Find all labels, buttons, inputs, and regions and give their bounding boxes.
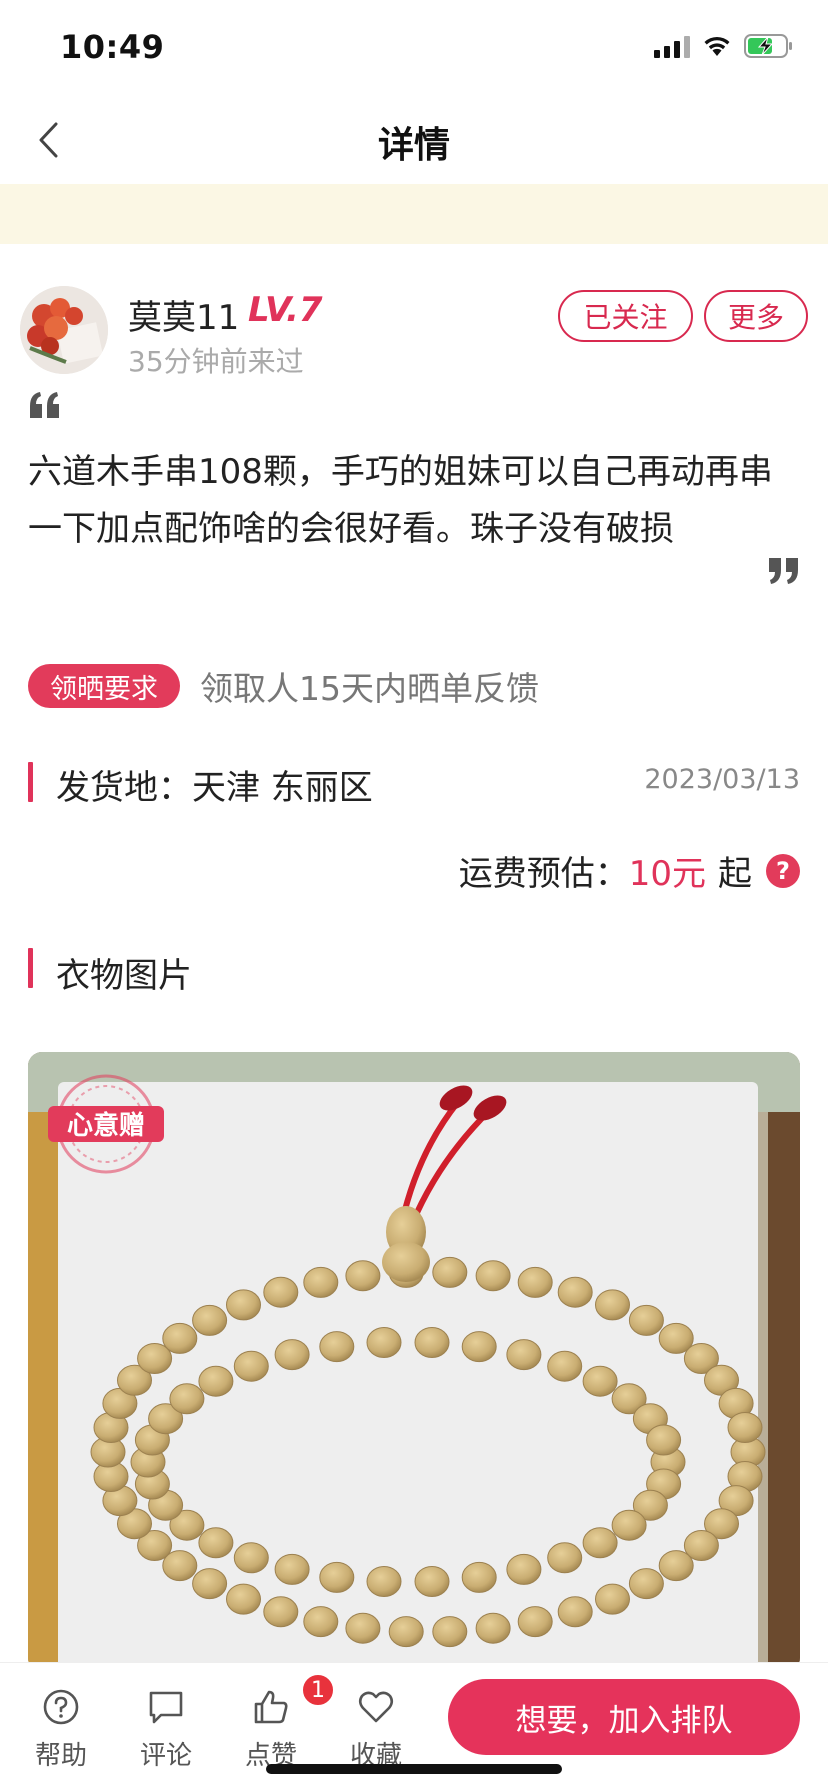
bead: [274, 1339, 310, 1371]
bead: [461, 1561, 497, 1593]
bead: [517, 1606, 553, 1638]
bead: [475, 1260, 511, 1292]
bead: [192, 1304, 228, 1336]
section-marker: [28, 762, 33, 802]
shipping-origin: 发货地：天津 东丽区: [56, 768, 373, 808]
bead: [646, 1424, 682, 1456]
requirement-text: 领取人15天内晒单反馈: [200, 669, 539, 708]
shipping-fee-row: 运费预估： 10元 起 ?: [459, 846, 800, 895]
more-button[interactable]: 更多: [704, 290, 808, 342]
bead: [547, 1350, 583, 1382]
bead: [319, 1561, 355, 1593]
bead: [414, 1566, 450, 1597]
shipping-fee-label: 运费预估：: [458, 854, 629, 894]
section-marker: [28, 948, 33, 988]
bead: [582, 1365, 618, 1397]
close-quote-icon: [766, 556, 800, 590]
tab-like[interactable]: 1 点赞: [226, 1673, 335, 1772]
want-join-queue-button[interactable]: 想要，加入排队: [448, 1679, 800, 1755]
bead: [233, 1542, 269, 1574]
bead: [388, 1616, 424, 1648]
bead: [432, 1256, 468, 1288]
status-bar: 10:49: [0, 0, 828, 96]
bead: [226, 1289, 261, 1321]
tab-label: 评论: [139, 1741, 192, 1771]
requirement-badge: 领晒要求: [28, 664, 180, 708]
post-description: 六道木手串108颗，手巧的姐妹可以自己再动再串一下加点配饰啥的会很好看。珠子没有…: [28, 452, 773, 549]
bead: [628, 1568, 664, 1600]
post-date: 2023/03/13: [644, 764, 800, 795]
bead: [506, 1339, 542, 1371]
bead: [274, 1553, 310, 1585]
bead: [517, 1266, 553, 1298]
bead: [414, 1327, 450, 1358]
follow-button[interactable]: 已关注: [558, 290, 693, 342]
stamp-label: 心意赠: [67, 1110, 145, 1141]
bead: [611, 1509, 647, 1541]
tab-comment[interactable]: 评论: [121, 1685, 211, 1772]
tab-help[interactable]: 帮助: [16, 1685, 106, 1772]
bead: [506, 1553, 542, 1585]
photos-section-title: 衣物图片: [56, 956, 192, 996]
comment-icon: [144, 1685, 188, 1729]
heart-icon: [354, 1685, 398, 1729]
item-photo[interactable]: 心意赠: [28, 1052, 800, 1672]
bead: [628, 1304, 664, 1336]
battery-charging-icon: [744, 34, 794, 58]
nav-bar: 详情: [0, 96, 828, 184]
bead: [263, 1276, 299, 1308]
bead: [169, 1383, 205, 1415]
wifi-icon: [702, 35, 732, 57]
tab-label: 帮助: [34, 1741, 87, 1771]
shipping-fee-value: 10元: [628, 854, 706, 894]
home-indicator: [266, 1764, 562, 1774]
bead: [162, 1322, 198, 1354]
status-time: 10:49: [60, 28, 165, 66]
help-icon: [39, 1685, 83, 1729]
bead: [658, 1550, 694, 1582]
bead: [557, 1276, 593, 1308]
bead: [303, 1606, 339, 1638]
user-last-seen: 35分钟前来过: [128, 345, 304, 378]
tab-favorite[interactable]: 收藏: [331, 1685, 421, 1772]
page-title: 详情: [377, 125, 450, 166]
bead: [432, 1616, 468, 1648]
bead: [198, 1527, 234, 1559]
bead: [366, 1327, 402, 1358]
user-name[interactable]: 莫莫11: [128, 290, 239, 339]
question-mark-icon[interactable]: ?: [766, 853, 800, 888]
bead: [547, 1542, 583, 1574]
status-icons: [654, 34, 794, 58]
bead: [319, 1331, 355, 1363]
like-icon: 1: [249, 1673, 335, 1729]
bead: [192, 1568, 228, 1600]
avatar[interactable]: [20, 286, 108, 374]
bead: [582, 1527, 618, 1559]
open-quote-icon: [28, 390, 62, 424]
bead: [366, 1566, 402, 1597]
bead: [263, 1596, 299, 1628]
bead: [557, 1596, 593, 1628]
bead: [226, 1583, 261, 1615]
bead: [345, 1612, 381, 1644]
bead: [727, 1412, 763, 1443]
user-level-badge: LV.7: [248, 290, 323, 330]
like-count-badge: 1: [301, 1673, 335, 1707]
shipping-fee-suffix: 起: [718, 854, 752, 894]
cellular-signal-icon: [654, 34, 690, 58]
bead: [198, 1365, 234, 1397]
bead: [595, 1583, 630, 1615]
bead: [303, 1266, 339, 1298]
bead: [345, 1260, 381, 1292]
notice-strip: [0, 184, 828, 244]
bead: [595, 1289, 630, 1321]
bead: [233, 1350, 269, 1382]
bead: [475, 1612, 511, 1644]
bead: [461, 1331, 497, 1363]
